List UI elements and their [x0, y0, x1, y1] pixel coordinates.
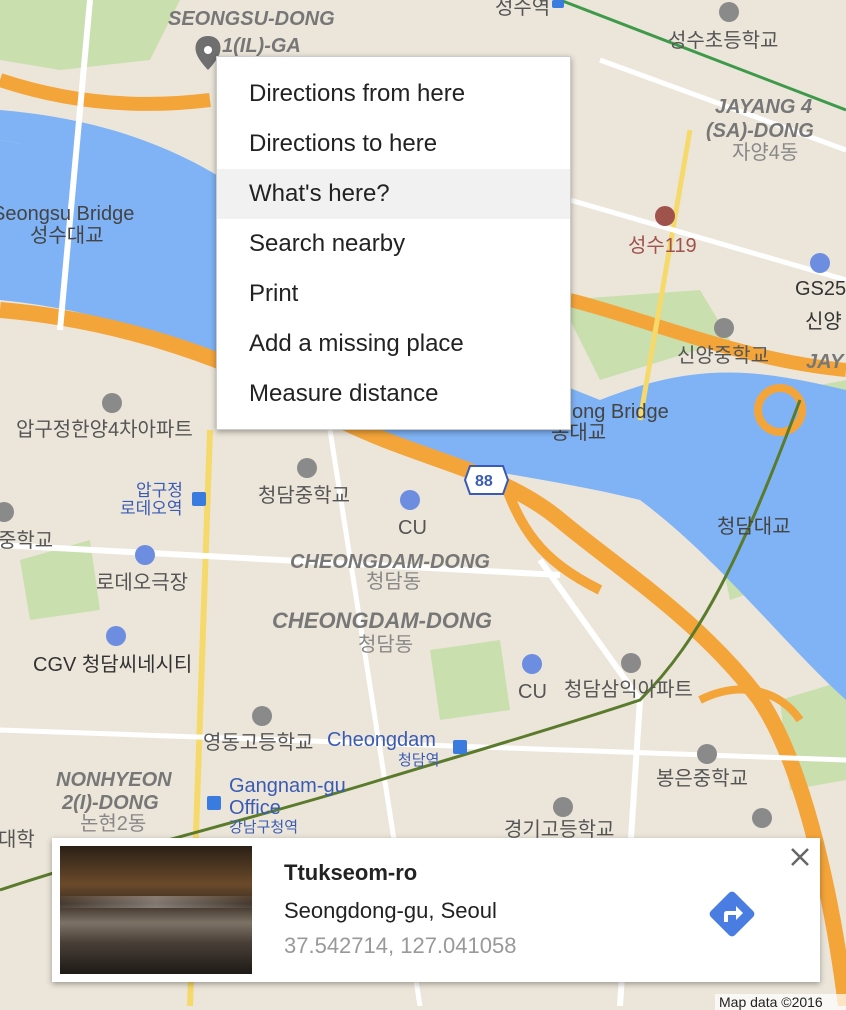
label-seongsu-bridge-en: Seongsu Bridge [0, 203, 134, 225]
label-cheongdam-dong-1-ko: 청담동 [366, 570, 421, 593]
label-nonhyeon-1: NONHYEON [56, 769, 172, 791]
label-nonhyeon-2: 2(I)-DONG [61, 792, 159, 814]
close-icon[interactable] [787, 844, 813, 870]
subway-station-icon[interactable] [453, 740, 467, 754]
label-seongsu-dong-sub: 1(IL)-GA [222, 35, 301, 57]
label-seongsu-bridge-ko: 성수대교 [30, 224, 104, 247]
label-cheongdam-samik: 청담삼익아파트 [564, 678, 693, 701]
label-cheongdam-bridge: 청담대교 [717, 515, 791, 538]
place-title[interactable]: Ttukseom-ro [284, 860, 417, 886]
menu-item-directions-to-here[interactable]: Directions to here [217, 119, 570, 169]
place-address: Seongdong-gu, Seoul [284, 898, 497, 923]
label-bridge-right-en: ong Bridge [572, 401, 669, 423]
label-cheongdam-dong-1: CHEONGDAM-DONG [290, 551, 490, 573]
shopping-cart-icon[interactable] [400, 490, 420, 510]
menu-item-directions-from-here[interactable]: Directions from here [217, 69, 570, 119]
street-view-thumbnail[interactable] [60, 846, 252, 974]
label-jay-cut: JAY [806, 351, 845, 373]
label-gs25: GS25 [795, 278, 846, 300]
context-menu: Directions from here Directions to here … [216, 56, 571, 430]
theater-icon[interactable] [106, 626, 126, 646]
label-apgujeong-apt: 압구정한양4차아파트 [16, 418, 193, 441]
menu-item-whats-here[interactable]: What's here? [217, 169, 570, 219]
label-cu-1: CU [398, 517, 427, 539]
place-info-card: Ttukseom-ro Seongdong-gu, Seoul 37.54271… [52, 838, 820, 982]
label-sinyang-cut: 신양 [805, 310, 842, 333]
fire-station-icon[interactable] [655, 206, 675, 226]
place-coordinates[interactable]: 37.542714, 127.041058 [284, 933, 516, 959]
school-icon[interactable] [719, 2, 739, 22]
menu-item-add-missing-place[interactable]: Add a missing place [217, 319, 570, 369]
menu-item-search-nearby[interactable]: Search nearby [217, 219, 570, 269]
label-apgujeong-rodeo-1: 압구정 [136, 481, 183, 500]
label-route88: 88 [475, 473, 493, 490]
label-bongeun-middle: 봉은중학교 [656, 767, 748, 790]
home-icon[interactable] [621, 653, 641, 673]
label-seongsu119: 성수119 [628, 234, 697, 257]
school-icon[interactable] [252, 706, 272, 726]
school-icon[interactable] [714, 318, 734, 338]
subway-station-icon[interactable] [552, 0, 564, 8]
shopping-cart-icon[interactable] [810, 253, 830, 273]
map-data-attribution: Map data ©2016 [715, 994, 846, 1010]
school-icon[interactable] [297, 458, 317, 478]
theater-icon[interactable] [135, 545, 155, 565]
label-nonhyeon-ko: 논현2동 [80, 812, 146, 835]
label-cu-2: CU [518, 681, 547, 703]
school-icon[interactable] [553, 797, 573, 817]
label-cheongdam-middle: 청담중학교 [258, 484, 350, 507]
label-jayang-ko: 자양4동 [732, 141, 798, 164]
label-jayang-1: JAYANG 4 [715, 96, 812, 118]
label-youngdong-high: 영동고등학교 [203, 731, 313, 754]
home-icon[interactable] [752, 808, 772, 828]
label-jayang-2: (SA)-DONG [706, 120, 814, 142]
shopping-cart-icon[interactable] [522, 654, 542, 674]
menu-item-measure-distance[interactable]: Measure distance [217, 369, 570, 419]
label-middle-left: 중학교 [0, 529, 53, 552]
menu-item-print[interactable]: Print [217, 269, 570, 319]
school-icon[interactable] [697, 744, 717, 764]
home-icon[interactable] [102, 393, 122, 413]
label-gangnam-1: Gangnam-gu [229, 775, 346, 797]
label-seongsuyeok: 성수역 [495, 0, 550, 19]
label-rodeo-theater: 로데오극장 [96, 571, 188, 594]
label-cheongdam-station: 청담역 [398, 752, 439, 769]
subway-station-icon[interactable] [192, 492, 206, 506]
label-cheongdam-dong-2-ko: 청담동 [358, 633, 413, 656]
label-seongsu-dong: SEONGSU-DONG [168, 8, 335, 30]
label-cheongdam-dong-2: CHEONGDAM-DONG [272, 608, 492, 633]
label-university-cut: 대학 [0, 828, 35, 851]
label-cheongdam-en: Cheongdam [327, 729, 436, 751]
label-apgujeong-rodeo-2: 로데오역 [120, 499, 183, 518]
label-cgv: CGV 청담씨네시티 [33, 653, 192, 676]
label-sinyang-middle: 신양중학교 [677, 344, 769, 367]
label-gangnam-ko: 강남구청역 [229, 819, 298, 836]
label-seongsu-elem: 성수초등학교 [668, 29, 778, 52]
subway-station-icon[interactable] [207, 796, 221, 810]
label-gangnam-2: Office [229, 797, 281, 819]
directions-diamond-icon[interactable] [702, 884, 762, 944]
